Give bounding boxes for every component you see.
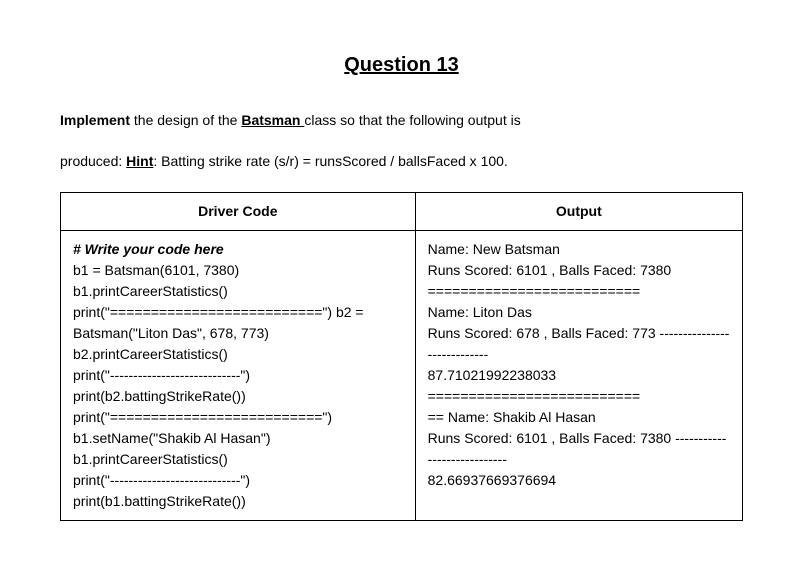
implement-word: Implement: [60, 112, 130, 128]
code-comment: # Write your code here: [73, 241, 224, 257]
header-output: Output: [415, 193, 742, 231]
hint-prefix: produced:: [60, 153, 126, 169]
header-driver-code: Driver Code: [61, 193, 416, 231]
batsman-word: Batsman: [241, 112, 304, 128]
hint-text: : Batting strike rate (s/r) = runsScored…: [153, 153, 507, 169]
intro-text-2: class so that the following output is: [304, 112, 520, 128]
hint-label: Hint: [126, 153, 153, 169]
driver-code-cell: # Write your code here b1 = Batsman(6101…: [61, 231, 416, 521]
code-output-table: Driver Code Output # Write your code her…: [60, 192, 743, 521]
hint-paragraph: produced: Hint: Batting strike rate (s/r…: [60, 151, 743, 172]
driver-code-body: b1 = Batsman(6101, 7380) b1.printCareerS…: [73, 262, 364, 509]
question-title: Question 13: [60, 50, 743, 80]
intro-paragraph: Implement the design of the Batsman clas…: [60, 110, 743, 131]
output-cell: Name: New Batsman Runs Scored: 6101 , Ba…: [415, 231, 742, 521]
intro-text-1: the design of the: [130, 112, 241, 128]
